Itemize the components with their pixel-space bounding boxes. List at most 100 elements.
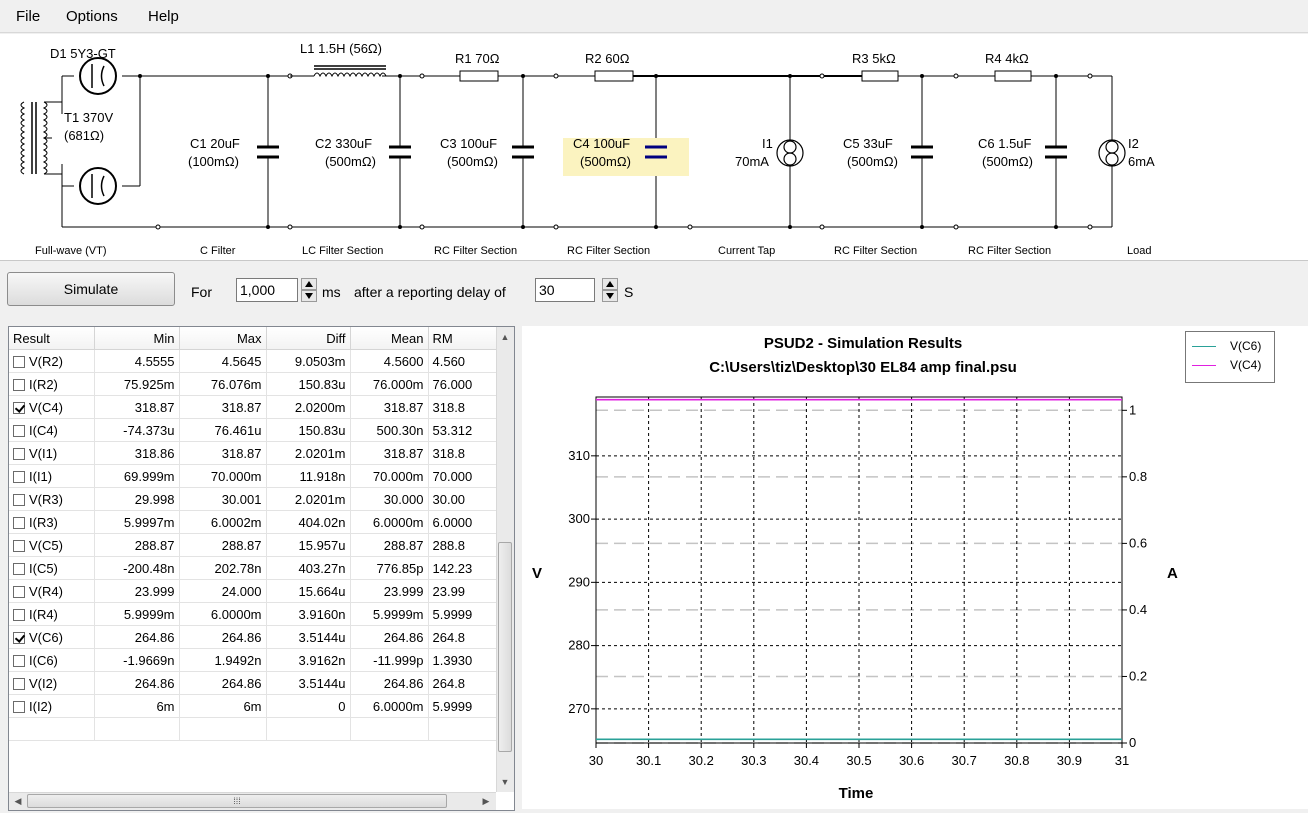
menu-help[interactable]: Help: [148, 8, 179, 25]
plot-checkbox[interactable]: [13, 700, 25, 713]
delay-down-icon[interactable]: [602, 290, 618, 302]
table-row[interactable]: I(C4) -74.373u 76.461u 150.83u 500.30n 53.312: [9, 418, 514, 442]
table-row[interactable]: I(R3) 5.9997m 6.0002m 404.02n 6.0000m 6.0000: [9, 510, 514, 534]
result-mean-cell: 6.0000m: [350, 510, 429, 534]
scroll-up-icon[interactable]: ▲: [497, 329, 513, 345]
chart-legend: V(C6) V(C4): [1185, 331, 1275, 383]
plot-checkbox[interactable]: [13, 539, 25, 552]
result-name: I(R3): [29, 514, 58, 530]
table-row[interactable]: I(R2) 75.925m 76.076m 150.83u 76.000m 76.000: [9, 372, 514, 396]
result-max-cell: 6.0000m: [179, 602, 267, 626]
col-header-min[interactable]: Min: [94, 327, 180, 350]
label-r2: R2 60Ω: [585, 51, 630, 66]
result-name-cell[interactable]: V(R3): [9, 487, 95, 511]
plot-checkbox[interactable]: [13, 654, 25, 667]
resistor-r1-symbol: [459, 70, 499, 82]
table-row[interactable]: I(C5) -200.48n 202.78n 403.27n 776.85p 142.23: [9, 556, 514, 580]
table-row[interactable]: I(C6) -1.9669n 1.9492n 3.9162n -11.999p 1.393…: [9, 648, 514, 672]
result-name-cell[interactable]: I(I2): [9, 694, 95, 718]
table-row[interactable]: V(R4) 23.999 24.000 15.664u 23.999 23.99: [9, 579, 514, 603]
result-name-cell[interactable]: V(C5): [9, 533, 95, 557]
result-name-cell[interactable]: I(C6): [9, 648, 95, 672]
duration-down-icon[interactable]: [301, 290, 317, 302]
table-row[interactable]: V(R2) 4.5555 4.5645 9.0503m 4.5600 4.560: [9, 349, 514, 373]
plot-checkbox[interactable]: [13, 562, 25, 575]
result-name-cell[interactable]: V(R4): [9, 579, 95, 603]
table-row[interactable]: V(I2) 264.86 264.86 3.5144u 264.86 264.8: [9, 671, 514, 695]
plot-checkbox[interactable]: [13, 516, 25, 529]
scroll-left-icon[interactable]: ◀: [10, 793, 26, 809]
plot-checkbox[interactable]: [13, 493, 25, 506]
plot-checkbox[interactable]: [13, 677, 25, 690]
duration-up-icon[interactable]: [301, 278, 317, 290]
label-r3: R3 5kΩ: [852, 51, 896, 66]
delay-input[interactable]: [535, 278, 595, 302]
label-c3-esr: (500mΩ): [447, 154, 498, 169]
result-name-cell[interactable]: V(I1): [9, 441, 95, 465]
result-mean-cell: 318.87: [350, 395, 429, 419]
result-name-cell[interactable]: I(R4): [9, 602, 95, 626]
result-diff-cell: 403.27n: [266, 556, 351, 580]
label-r1: R1 70Ω: [455, 51, 500, 66]
plot-checkbox[interactable]: [13, 447, 25, 460]
table-row[interactable]: I(I2) 6m 6m 0 6.0000m 5.9999: [9, 694, 514, 718]
result-name-cell[interactable]: I(C5): [9, 556, 95, 580]
result-name-cell[interactable]: V(C6): [9, 625, 95, 649]
simulation-chart: PSUD2 - Simulation Results C:\Users\tiz\…: [532, 335, 1178, 802]
delay-spinner[interactable]: [602, 278, 618, 302]
scroll-down-icon[interactable]: ▼: [497, 774, 513, 790]
duration-spinner[interactable]: [301, 278, 317, 302]
col-header-max[interactable]: Max: [179, 327, 267, 350]
table-row[interactable]: V(C5) 288.87 288.87 15.957u 288.87 288.8: [9, 533, 514, 557]
result-diff-cell: 0: [266, 694, 351, 718]
table-row[interactable]: V(C6) 264.86 264.86 3.5144u 264.86 264.8: [9, 625, 514, 649]
menu-bar: File Options Help: [0, 0, 1308, 33]
result-max-cell: 202.78n: [179, 556, 267, 580]
result-name-cell[interactable]: I(R2): [9, 372, 95, 396]
vertical-scroll-thumb[interactable]: [498, 542, 512, 752]
table-row[interactable]: I(R4) 5.9999m 6.0000m 3.9160n 5.9999m 5.9999: [9, 602, 514, 626]
result-mean-cell: 5.9999m: [350, 602, 429, 626]
result-name-cell[interactable]: V(I2): [9, 671, 95, 695]
table-row[interactable]: V(C4) 318.87 318.87 2.0200m 318.87 318.8: [9, 395, 514, 419]
plot-checkbox[interactable]: [13, 401, 25, 414]
plot-checkbox[interactable]: [13, 470, 25, 483]
circuit-schematic: D1 5Y3-GT T1 370V (681Ω) C1 20uF (100mΩ)…: [0, 34, 1308, 261]
result-name-cell[interactable]: V(R2): [9, 349, 95, 373]
plot-checkbox[interactable]: [13, 378, 25, 391]
result-name-cell[interactable]: I(R3): [9, 510, 95, 534]
results-grid[interactable]: Result Min Max Diff Mean RM V(R2) 4.5555 4…: [8, 326, 515, 811]
results-table: Result Min Max Diff Mean RM V(R2) 4.5555 4…: [9, 327, 514, 741]
table-row[interactable]: V(I1) 318.86 318.87 2.0201m 318.87 318.8: [9, 441, 514, 465]
legend-item-vc4[interactable]: V(C4): [1192, 357, 1272, 375]
plot-checkbox[interactable]: [13, 608, 25, 621]
legend-item-vc6[interactable]: V(C6): [1192, 338, 1272, 356]
result-mean-cell: 264.86: [350, 671, 429, 695]
x-tick-label: 30.9: [1057, 753, 1082, 768]
plot-checkbox[interactable]: [13, 355, 25, 368]
table-row[interactable]: V(R3) 29.998 30.001 2.0201m 30.000 30.00: [9, 487, 514, 511]
simulate-button[interactable]: Simulate: [7, 272, 175, 306]
table-row[interactable]: I(I1) 69.999m 70.000m 11.918n 70.000m 70.000: [9, 464, 514, 488]
duration-input[interactable]: [236, 278, 298, 302]
result-name: V(I1): [29, 445, 58, 461]
horizontal-scrollbar[interactable]: ◀ ⁞⁞⁞ ▶: [9, 792, 496, 810]
col-header-result[interactable]: Result: [9, 327, 95, 350]
vertical-scrollbar[interactable]: ▲ ▼: [496, 327, 514, 792]
col-header-diff[interactable]: Diff: [266, 327, 351, 350]
plot-checkbox[interactable]: [13, 585, 25, 598]
scroll-right-icon[interactable]: ▶: [478, 793, 494, 809]
result-name-cell[interactable]: I(I1): [9, 464, 95, 488]
horizontal-scroll-thumb[interactable]: ⁞⁞⁞: [27, 794, 447, 808]
col-header-mean[interactable]: Mean: [350, 327, 429, 350]
plot-checkbox[interactable]: [13, 424, 25, 437]
plot-checkbox[interactable]: [13, 631, 25, 644]
result-diff-cell: 3.9160n: [266, 602, 351, 626]
result-name-cell[interactable]: V(C4): [9, 395, 95, 419]
menu-options[interactable]: Options: [66, 8, 118, 25]
x-tick-label: 30.8: [1004, 753, 1029, 768]
delay-up-icon[interactable]: [602, 278, 618, 290]
menu-file[interactable]: File: [16, 8, 40, 25]
result-name-cell[interactable]: I(C4): [9, 418, 95, 442]
results-header-row: Result Min Max Diff Mean RM: [9, 327, 514, 350]
